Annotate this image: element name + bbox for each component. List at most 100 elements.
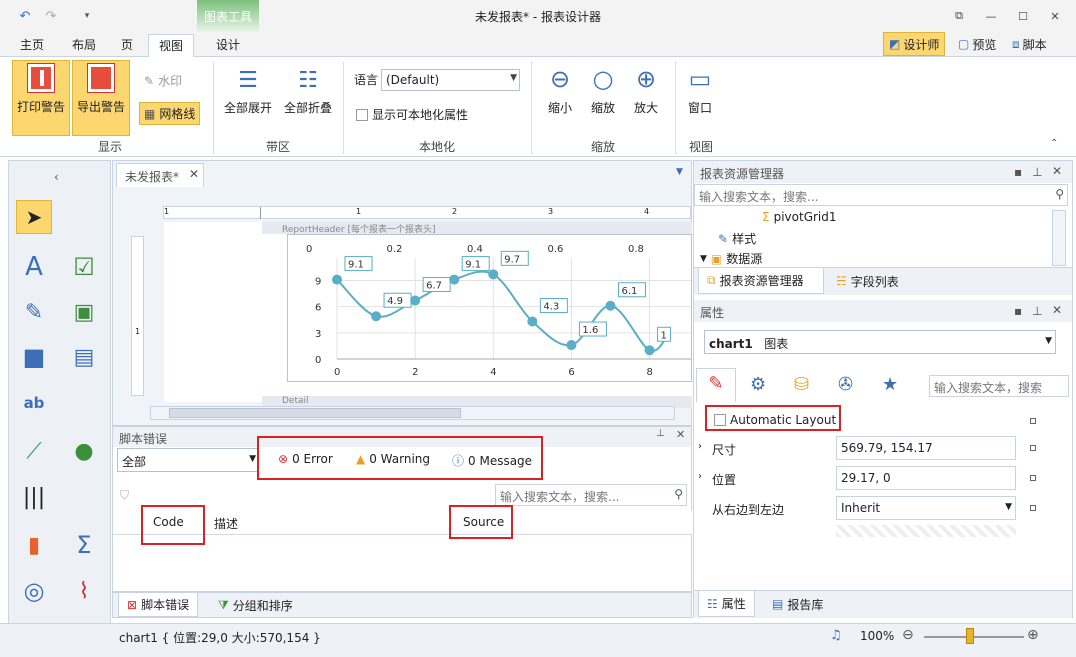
object-selector[interactable]: chart1 图表 ▼ bbox=[704, 330, 1056, 354]
panel-tool-icon[interactable]: ■ bbox=[16, 340, 52, 374]
zoom-out-icon[interactable]: ⊖ bbox=[902, 627, 914, 643]
tab-report-explorer[interactable]: ⧉ 报表资源管理器 bbox=[698, 268, 824, 294]
column-description[interactable]: 描述 bbox=[214, 515, 238, 532]
line-tool-icon[interactable]: ⟋ bbox=[16, 434, 52, 468]
sparkline-tool-icon[interactable]: ⌇ bbox=[66, 574, 102, 608]
checkbox-tool-icon[interactable]: ☑ bbox=[66, 250, 102, 284]
zoom-slider-thumb[interactable] bbox=[966, 628, 974, 644]
data-category-icon[interactable]: ⛁ bbox=[794, 374, 809, 395]
property-location-value[interactable]: 29.17, 0 bbox=[836, 466, 1016, 490]
label-tool-icon[interactable]: A bbox=[16, 250, 52, 284]
tools-category-icon[interactable]: ✇ bbox=[838, 374, 853, 395]
close-icon[interactable]: ✕ bbox=[1044, 6, 1066, 26]
barcode-tool-icon[interactable]: ||| bbox=[16, 480, 52, 514]
property-rtl-label: 从右边到左边 bbox=[712, 503, 785, 517]
window-button[interactable]: ▭ 窗口 bbox=[680, 60, 720, 136]
gridlines-button[interactable]: ▦ 网格线 bbox=[139, 102, 201, 125]
show-localizable-checkbox[interactable]: 显示可本地化属性 bbox=[356, 106, 468, 123]
pin-icon[interactable]: ⊥ bbox=[656, 428, 665, 439]
tab-home[interactable]: 主页 bbox=[10, 34, 54, 58]
sum-tool-icon[interactable]: Σ bbox=[66, 528, 102, 562]
zoom-button[interactable]: ○ 缩放 bbox=[583, 60, 623, 136]
export-warning-button[interactable]: 导出警告 bbox=[72, 60, 130, 136]
close-icon[interactable]: ✕ bbox=[1052, 303, 1062, 317]
favorites-category-icon[interactable]: ★ bbox=[882, 374, 898, 395]
zoom-slider[interactable] bbox=[924, 636, 1024, 638]
message-count-button[interactable]: ⓘ 0 Message bbox=[452, 452, 532, 469]
behavior-category-icon[interactable]: ⚙ bbox=[750, 374, 766, 395]
appearance-category-icon[interactable]: ✎ bbox=[696, 368, 736, 402]
window-mode-icon[interactable]: ▪ bbox=[1014, 304, 1022, 318]
sum-icon: Σ bbox=[762, 210, 770, 224]
tree-item-datasource[interactable]: ▼ ▣ 数据源 bbox=[700, 250, 762, 267]
close-icon[interactable]: ✕ bbox=[189, 167, 199, 181]
zoom-in-button[interactable]: ⊕ 放大 bbox=[626, 60, 666, 136]
error-count-button[interactable]: ⊗ 0 Error bbox=[278, 452, 333, 466]
search-icon: ⚲ bbox=[1055, 187, 1064, 201]
horizontal-scrollbar[interactable] bbox=[150, 406, 675, 420]
tab-group-sort[interactable]: ⧩ 分组和排序 bbox=[210, 593, 301, 617]
property-rtl-value[interactable]: Inherit ▼ bbox=[836, 496, 1016, 520]
error-search-input[interactable]: 输入搜索文本，搜索... ⚲ bbox=[495, 484, 687, 506]
close-icon[interactable]: ✕ bbox=[676, 428, 685, 441]
tree-item-pivotgrid[interactable]: ΣpivotGrid1 bbox=[762, 210, 837, 224]
script-button[interactable]: ⧈ 脚本 bbox=[1012, 32, 1047, 56]
bell-icon[interactable]: ♫ bbox=[830, 628, 842, 643]
expand-icon[interactable]: › bbox=[698, 471, 702, 482]
expand-all-button[interactable]: ☰ 全部展开 bbox=[220, 60, 276, 136]
pointer-tool-icon[interactable]: ➤ bbox=[16, 200, 52, 234]
expand-icon[interactable]: › bbox=[698, 441, 702, 452]
table-tool-icon[interactable]: ▤ bbox=[66, 340, 102, 374]
redo-icon[interactable]: ↷ bbox=[42, 7, 60, 25]
print-warning-button[interactable]: 打印警告 bbox=[12, 60, 70, 136]
tab-script-errors[interactable]: ⊠ 脚本错误 bbox=[118, 593, 199, 617]
window-mode-icon[interactable]: ▪ bbox=[1014, 165, 1022, 179]
pin-icon[interactable]: ⊥ bbox=[1032, 165, 1042, 179]
undo-icon[interactable]: ↶ bbox=[16, 7, 34, 25]
designer-button[interactable]: ◩ 设计师 bbox=[883, 32, 946, 56]
preview-button[interactable]: ▢ 预览 bbox=[958, 32, 996, 56]
error-filter-select[interactable]: 全部 ▼ bbox=[117, 448, 259, 472]
toolbox-collapse-icon[interactable]: ‹ bbox=[54, 170, 59, 184]
tab-page[interactable]: 页 bbox=[110, 34, 144, 58]
tab-design[interactable]: 设计 bbox=[204, 34, 252, 58]
filter-icon[interactable]: ⛉ bbox=[120, 488, 129, 503]
shape-tool-icon[interactable]: ● bbox=[66, 434, 102, 468]
tab-layout[interactable]: 布局 bbox=[62, 34, 106, 58]
tab-report-gallery[interactable]: ▤ 报告库 bbox=[764, 591, 831, 617]
watermark-button[interactable]: ✎ 水印 bbox=[144, 72, 182, 89]
richtext-tool-icon[interactable]: ✎ bbox=[16, 295, 52, 329]
document-list-dropdown-icon[interactable]: ▼ bbox=[676, 167, 683, 177]
chart-tool-icon[interactable]: ▮ bbox=[16, 528, 52, 562]
pin-icon[interactable]: ⊥ bbox=[1032, 304, 1042, 318]
warning-count-button[interactable]: ▲ 0 Warning bbox=[356, 452, 430, 466]
property-size-value[interactable]: 569.79, 154.17 bbox=[836, 436, 1016, 460]
document-tab[interactable]: 未发报表* ✕ bbox=[116, 163, 204, 187]
data-label: 9.7 bbox=[504, 254, 520, 265]
language-select[interactable]: (Default) ▼ bbox=[381, 69, 520, 91]
explorer-search-input[interactable]: 输入搜索文本，搜索... ⚲ bbox=[694, 184, 1068, 206]
zoom-in-icon[interactable]: ⊕ bbox=[1027, 627, 1039, 643]
tab-view[interactable]: 视图 bbox=[148, 34, 194, 58]
maximize-icon[interactable]: ☐ bbox=[1012, 6, 1034, 26]
character-comb-tool-icon[interactable]: ab bbox=[16, 386, 52, 420]
collapse-ribbon-icon[interactable]: ⌃ bbox=[1050, 138, 1058, 149]
chart-control[interactable]: 0 3 6 9 0 2 4 6 8 0 0.2 0.4 0.6 0.8 9.1 4.9 6.7 9.1 9.7 4.3… bbox=[287, 234, 692, 382]
properties-search-input[interactable]: 输入搜索文本，搜索 bbox=[929, 375, 1069, 397]
picture-tool-icon[interactable]: ▣ bbox=[66, 295, 102, 329]
scrollbar-thumb[interactable] bbox=[169, 408, 461, 418]
quick-access-dropdown-icon[interactable]: ▾ bbox=[78, 7, 96, 25]
tree-item-styles[interactable]: ✎ 样式 bbox=[718, 230, 756, 247]
zoom-out-button[interactable]: ⊖ 缩小 bbox=[540, 60, 580, 136]
minimize-icon[interactable]: — bbox=[980, 6, 1002, 26]
gauge-tool-icon[interactable]: ◎ bbox=[16, 574, 52, 608]
band-header-reportheader[interactable]: ReportHeader [每个报表一个报表头] bbox=[262, 222, 692, 234]
collapse-all-button[interactable]: ☷ 全部折叠 bbox=[280, 60, 336, 136]
restore-layout-icon[interactable]: ⧉ bbox=[948, 6, 970, 26]
highlight-box bbox=[705, 405, 841, 431]
vertical-scrollbar[interactable] bbox=[1052, 210, 1066, 266]
tab-field-list[interactable]: ☵ 字段列表 bbox=[828, 268, 907, 294]
property-background-value[interactable] bbox=[836, 525, 1016, 537]
close-icon[interactable]: ✕ bbox=[1052, 164, 1062, 178]
tab-properties[interactable]: ☷ 属性 bbox=[698, 591, 755, 617]
